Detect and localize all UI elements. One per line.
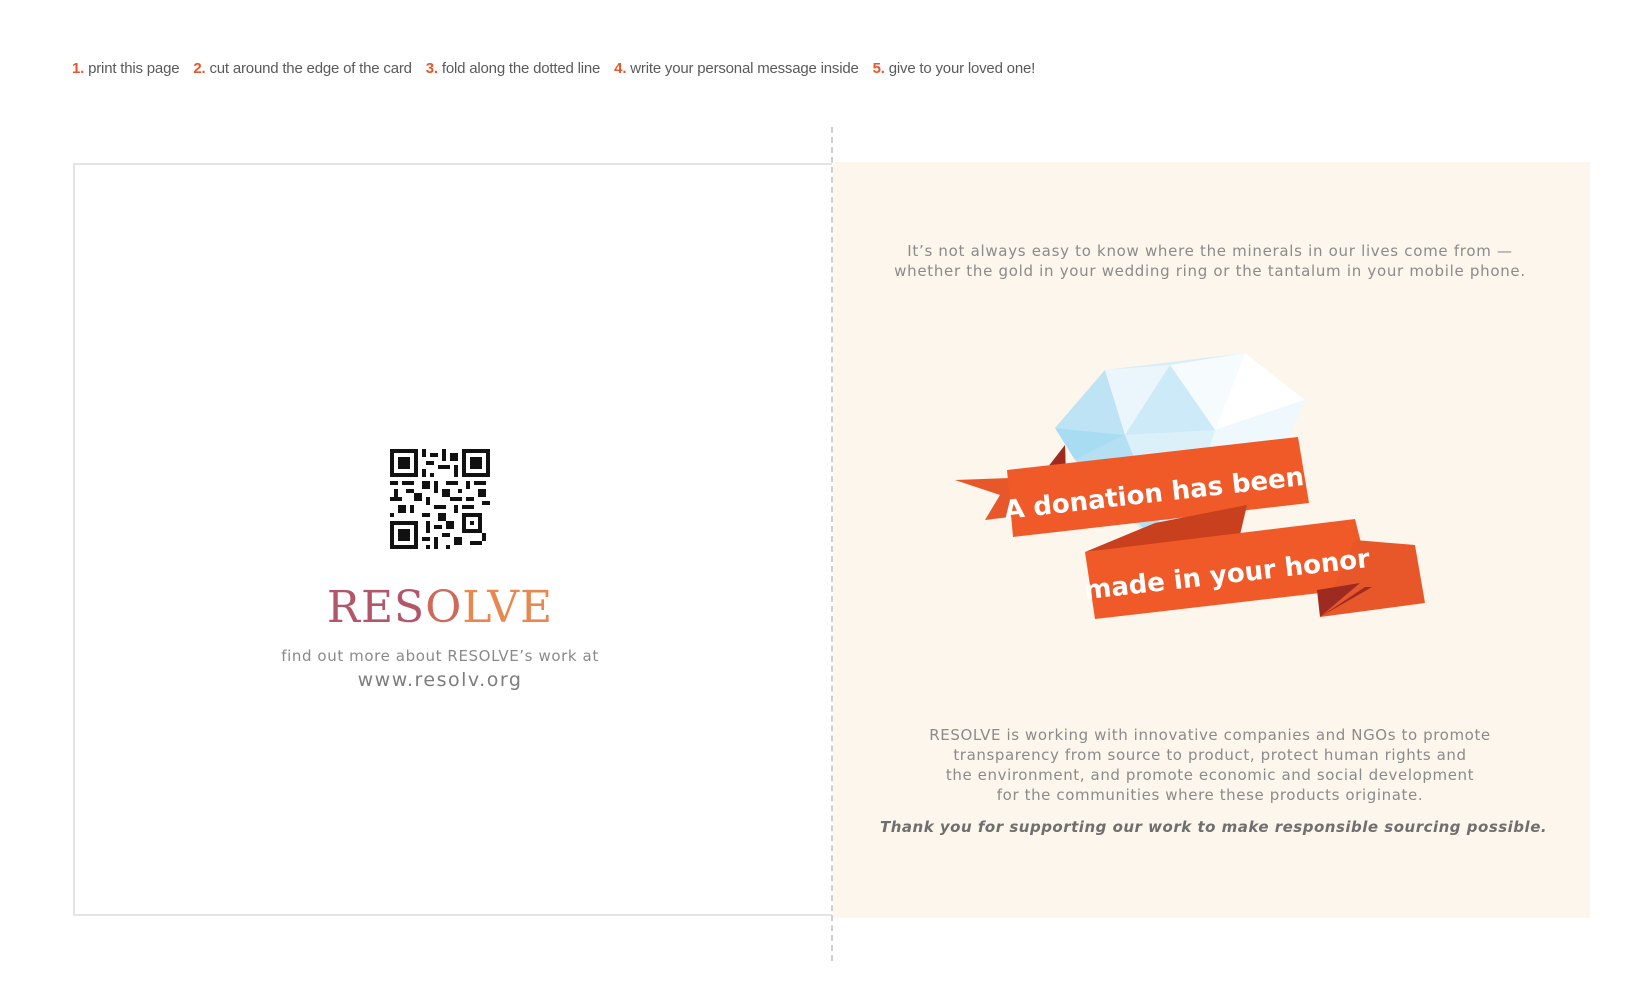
logo-part: LVE: [462, 582, 554, 633]
mission-line: RESOLVE is working with innovative compa…: [929, 726, 1491, 744]
instruction-step-4: 4. write your personal message inside: [614, 60, 859, 77]
find-out-more-text: find out more about RESOLVE’s work at: [281, 647, 599, 665]
instruction-step-2: 2. cut around the edge of the card: [193, 60, 412, 77]
intro-text: It’s not always easy to know where the m…: [880, 241, 1540, 281]
step-number: 2.: [193, 60, 206, 77]
mission-line: transparency from source to product, pro…: [953, 746, 1467, 764]
resolve-logo: RESOLVE: [300, 582, 580, 633]
diamond-ribbon-illustration: A donation has been made in your honor: [955, 353, 1425, 619]
instructions-bar: 1. print this page 2. cut around the edge …: [72, 60, 1049, 82]
step-number: 3.: [425, 60, 438, 77]
step-number: 1.: [72, 60, 85, 77]
thank-you-text: Thank you for supporting our work to mak…: [880, 818, 1548, 836]
logo-part: RES: [326, 582, 426, 633]
qr-code: [390, 449, 490, 549]
intro-line: It’s not always easy to know where the m…: [907, 242, 1513, 260]
website-link[interactable]: www.resolv.org: [240, 669, 640, 691]
step-text: fold along the dotted line: [441, 60, 601, 77]
mission-text: RESOLVE is working with innovative compa…: [880, 725, 1540, 805]
instruction-step-5: 5. give to your loved one!: [872, 60, 1036, 77]
logo-part: O: [425, 582, 463, 633]
mission-line: for the communities where these products…: [996, 786, 1424, 804]
step-number: 5.: [872, 60, 885, 77]
mission-line: the environment, and promote economic an…: [945, 766, 1475, 784]
step-text: print this page: [88, 60, 180, 77]
step-number: 4.: [614, 60, 627, 77]
step-text: give to your loved one!: [888, 60, 1036, 77]
step-text: cut around the edge of the card: [209, 60, 412, 77]
intro-line: whether the gold in your wedding ring or…: [894, 262, 1526, 280]
ribbon-icon: A donation has been made in your honor: [955, 437, 1425, 619]
fold-dotted-line: [831, 127, 833, 961]
instruction-step-1: 1. print this page: [72, 60, 180, 77]
instruction-step-3: 3. fold along the dotted line: [425, 60, 601, 77]
step-text: write your personal message inside: [630, 60, 859, 77]
